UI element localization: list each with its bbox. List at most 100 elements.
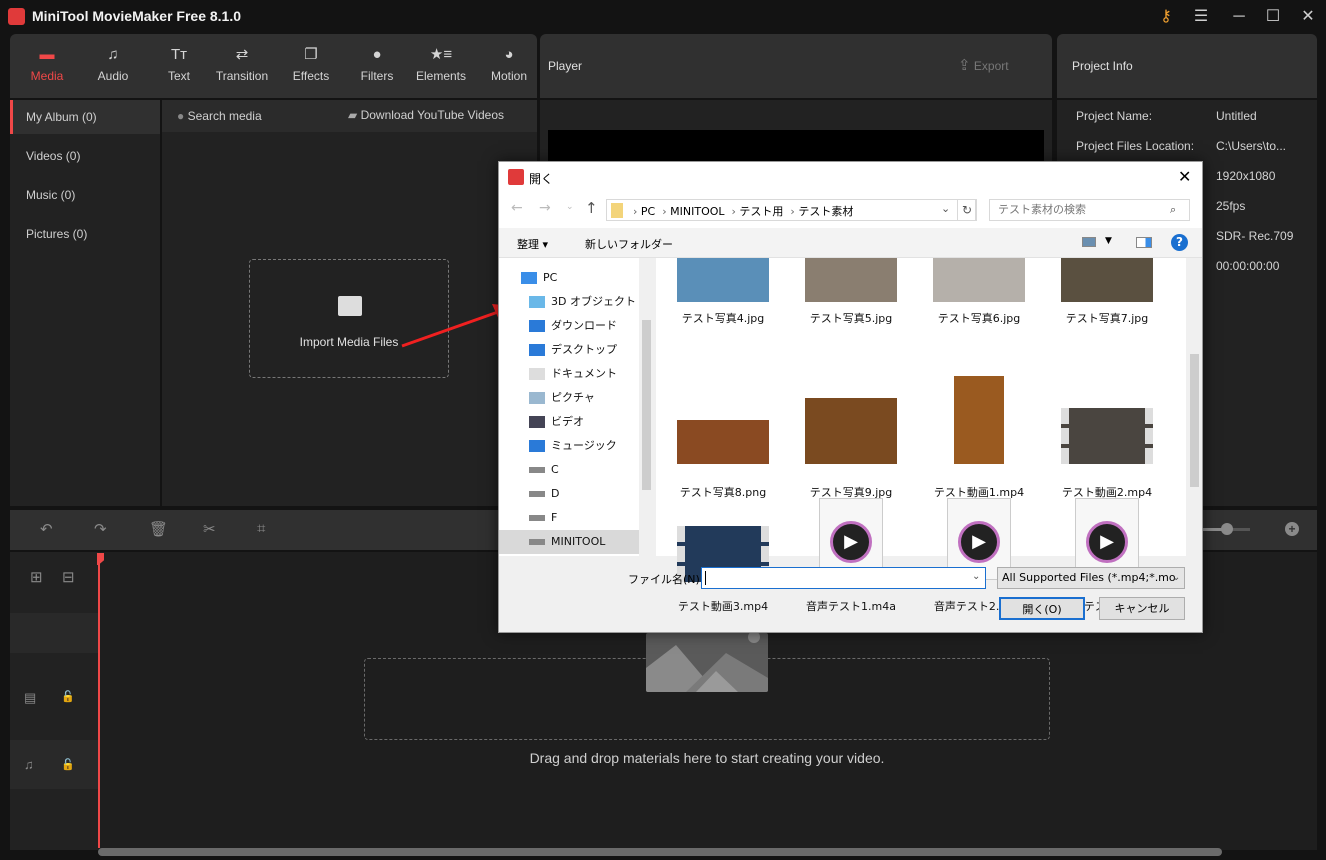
file-name: テスト写真5.jpg [809, 312, 893, 325]
lock-icon[interactable]: 🔓 [61, 758, 75, 771]
file-item[interactable]: テスト写真5.jpg [796, 258, 906, 373]
breadcrumb-item[interactable]: テスト用 [739, 205, 783, 218]
tab-audio[interactable]: ♫ Audio [80, 34, 146, 98]
download-youtube-button[interactable]: ▰ Download YouTube Videos [348, 108, 504, 122]
files-scrollbar-thumb[interactable] [1190, 354, 1199, 487]
track-header-empty [10, 613, 98, 653]
new-folder-button[interactable]: 新しいフォルダー [585, 236, 673, 252]
filename-dropdown-icon[interactable]: ⌄ [972, 571, 980, 582]
file-item[interactable]: テスト動画1.mp4 [924, 376, 1034, 499]
timeline-scrollbar[interactable] [98, 848, 1222, 856]
breadcrumb-item[interactable]: PC [641, 205, 655, 218]
nav-item[interactable]: D [529, 482, 647, 506]
project-location-label: Project Files Location: [1076, 139, 1195, 153]
sidebar-item-my-album[interactable]: My Album (0) [10, 100, 160, 134]
files-scrollbar[interactable] [1187, 258, 1202, 556]
file-item[interactable]: テスト写真4.jpg [668, 258, 778, 373]
app-logo-icon [8, 8, 25, 25]
file-item[interactable]: ▶音声テスト3.mp3 [1052, 494, 1162, 613]
recent-dropdown-icon[interactable]: ⌄ [566, 202, 574, 212]
nav-item[interactable]: ピクチャ [529, 386, 647, 410]
nav-item[interactable]: F [529, 506, 647, 530]
minimize-icon[interactable]: ─ [1227, 6, 1251, 28]
export-button[interactable]: ⇪ Export [958, 56, 1009, 74]
drive-icon [529, 467, 545, 473]
download-icon [529, 320, 545, 332]
playhead[interactable] [98, 553, 100, 848]
main-toolbar: ▬ Media ♫ Audio Tт Text ⇄ Transition ❐ Effect… [10, 34, 537, 98]
nav-item[interactable]: C [529, 458, 647, 482]
undo-icon[interactable]: ↶ [40, 520, 53, 538]
zoom-slider-handle[interactable] [1221, 523, 1233, 535]
zoom-in-icon[interactable]: + [1285, 522, 1299, 536]
sidebar-item-music[interactable]: Music (0) [10, 178, 160, 212]
redo-icon[interactable]: ↷ [94, 520, 107, 538]
cancel-button[interactable]: キャンセル [1099, 597, 1185, 620]
remove-track-icon[interactable]: ⊟ [62, 568, 75, 586]
open-button[interactable]: 開く(O) [999, 597, 1085, 620]
open-file-dialog: 開く ✕ ← → ⌄ ↑ › PC › MINITOOL › テスト用 › テス… [498, 161, 1203, 633]
key-icon[interactable]: ⚷ [1154, 6, 1178, 28]
crop-icon[interactable]: ⌗ [257, 520, 265, 537]
add-track-icon[interactable]: ⊞ [30, 568, 43, 586]
address-dropdown-icon[interactable]: ⌄ [941, 202, 950, 215]
dialog-close-icon[interactable]: ✕ [1178, 167, 1191, 186]
menu-icon[interactable]: ☰ [1189, 6, 1213, 28]
refresh-icon[interactable]: ↻ [957, 199, 977, 221]
nav-item[interactable]: ドキュメント [529, 362, 647, 386]
nav-item[interactable]: 3D オブジェクト [529, 290, 647, 314]
address-bar[interactable]: › PC › MINITOOL › テスト用 › テスト素材 ⌄ [606, 199, 976, 221]
file-item[interactable]: テスト写真8.png [668, 376, 778, 499]
preview-pane-icon[interactable] [1136, 237, 1152, 248]
file-item[interactable]: ▶ 音声テスト1.m4a [796, 494, 906, 613]
file-item[interactable]: ▶ 音声テスト2.mp3 [924, 494, 1034, 613]
file-item[interactable]: テスト写真6.jpg [924, 258, 1034, 373]
organize-button[interactable]: 整理 ▾ [517, 236, 548, 252]
youtube-download-icon: ▰ [348, 108, 358, 122]
sidebar-item-videos[interactable]: Videos (0) [10, 139, 160, 173]
nav-item[interactable]: ビデオ [529, 410, 647, 434]
back-icon[interactable]: ← [511, 200, 523, 216]
nav-item[interactable]: ダウンロード [529, 314, 647, 338]
nav-item-label: D [551, 487, 560, 500]
file-item[interactable]: テスト写真9.jpg [796, 376, 906, 499]
tab-transition[interactable]: ⇄ Transition [209, 34, 275, 98]
breadcrumb-item[interactable]: MINITOOL [670, 205, 724, 218]
forward-icon[interactable]: → [539, 200, 551, 216]
photo-thumbnail [805, 258, 897, 302]
photo-thumbnail [805, 398, 897, 464]
nav-item[interactable]: デスクトップ [529, 338, 647, 362]
scissors-icon[interactable]: ✂ [203, 520, 216, 538]
sidebar-item-pictures[interactable]: Pictures (0) [10, 217, 160, 251]
tab-elements[interactable]: ★≡ Elements [408, 34, 474, 98]
video-thumbnail [954, 376, 1004, 464]
file-item[interactable]: テスト写真7.jpg [1052, 258, 1162, 373]
tab-filters[interactable]: ● Filters [344, 34, 410, 98]
tab-motion[interactable]: ◕ Motion [476, 34, 542, 98]
maximize-icon[interactable]: ☐ [1261, 6, 1285, 28]
nav-item[interactable]: PC [521, 266, 639, 290]
pictures-icon [529, 392, 545, 404]
nav-item-label: PC [543, 271, 558, 284]
duration-value: 00:00:00:00 [1216, 259, 1280, 273]
breadcrumb-item[interactable]: テスト素材 [798, 205, 853, 218]
search-media-input[interactable]: ● Search media [177, 109, 262, 123]
dialog-search-input[interactable]: テスト素材の検索 ⌕ [989, 199, 1190, 221]
help-icon[interactable]: ? [1171, 234, 1188, 251]
file-item[interactable]: テスト動画2.mp4 [1052, 376, 1162, 499]
file-item[interactable]: テスト動画3.mp4 [668, 494, 778, 613]
filename-input[interactable]: ⌄ [701, 567, 986, 589]
tab-media[interactable]: ▬ Media [14, 34, 80, 98]
view-icon[interactable] [1082, 237, 1096, 247]
nav-item[interactable]: MINITOOL [499, 530, 639, 554]
nav-item[interactable]: ミュージック [529, 434, 647, 458]
lock-icon[interactable]: 🔓 [61, 690, 75, 703]
delete-icon[interactable]: 🗑 [149, 520, 168, 538]
tab-effects[interactable]: ❐ Effects [278, 34, 344, 98]
dialog-title-bar: 開く ✕ [499, 162, 1202, 192]
up-icon[interactable]: ↑ [585, 199, 598, 217]
tab-text[interactable]: Tт Text [146, 34, 212, 98]
view-dropdown-icon[interactable]: ▼ [1105, 236, 1112, 246]
file-type-select[interactable]: All Supported Files (*.mp4;*.mo ⌄ [997, 567, 1185, 589]
close-icon[interactable]: ✕ [1296, 6, 1320, 28]
